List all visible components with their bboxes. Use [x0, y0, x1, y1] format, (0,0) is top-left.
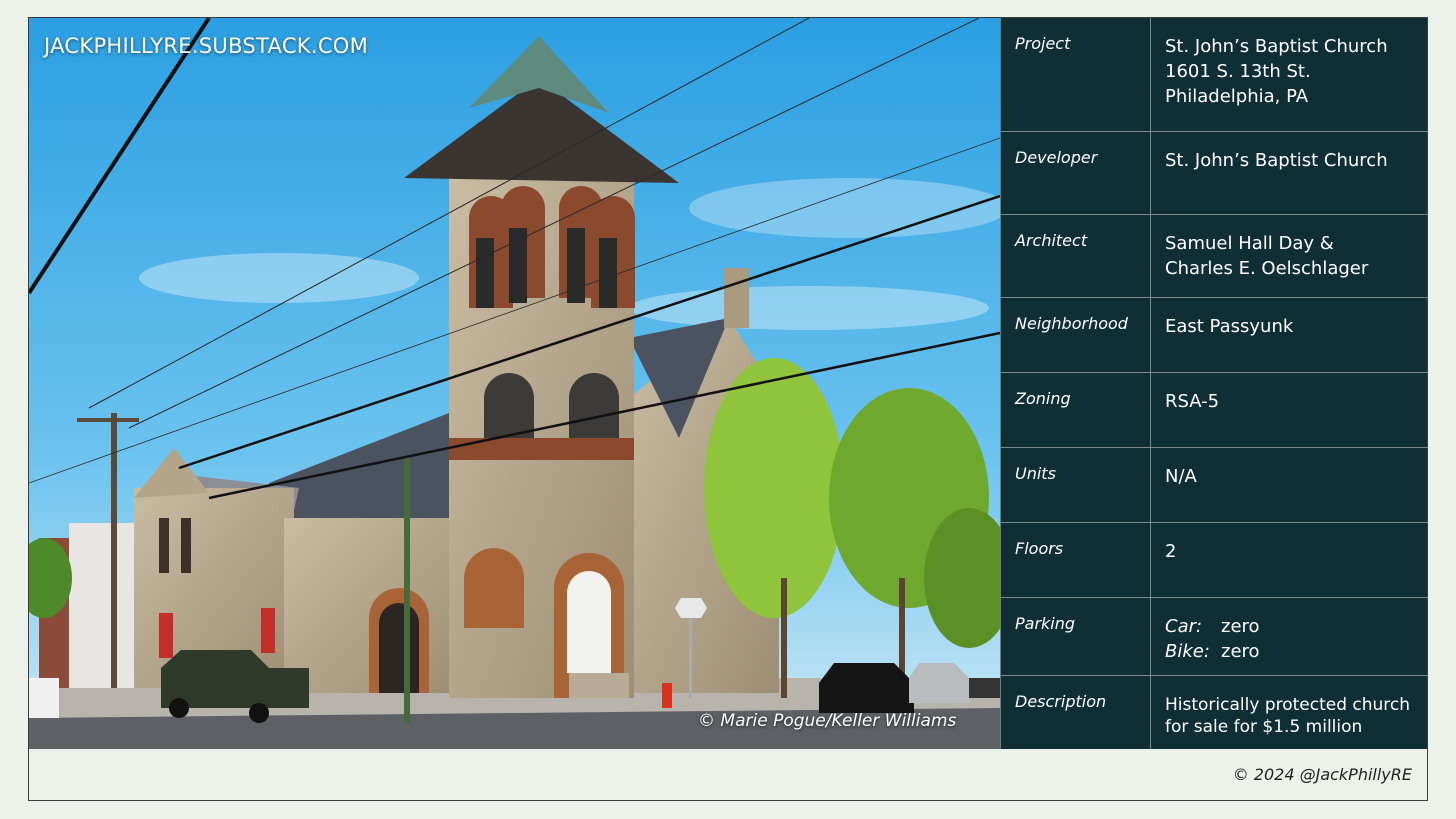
row-label: Floors [1015, 539, 1064, 558]
developer-name: St. John’s Baptist Church [1165, 150, 1388, 171]
row-value: 2 [1165, 539, 1423, 564]
row-parking: Parking Car: zero Bike: zero [1001, 598, 1428, 676]
bike-value: zero [1221, 641, 1260, 662]
zoning-value: RSA-5 [1165, 391, 1220, 412]
row-label: Developer [1015, 148, 1098, 167]
row-floors: Floors 2 [1001, 523, 1428, 598]
row-value: N/A [1165, 464, 1423, 489]
project-details-table: Project St. John’s Baptist Church 1601 S… [1000, 18, 1428, 749]
row-value: Historically protected church for sale f… [1165, 694, 1423, 738]
photo-credit: © Marie Pogue/Keller Williams [698, 711, 957, 731]
floors-value: 2 [1165, 541, 1177, 562]
church-photo: JACKPHILLYRE.SUBSTACK.COM © Marie Pogue/… [29, 18, 1000, 749]
row-value: St. John’s Baptist Church [1165, 148, 1423, 173]
row-units: Units N/A [1001, 448, 1428, 523]
neighborhood-value: East Passyunk [1165, 316, 1294, 337]
row-value: Samuel Hall Day & Charles E. Oelschlager [1165, 231, 1423, 281]
description-line: for sale for $1.5 million [1165, 717, 1363, 737]
row-value: RSA-5 [1165, 389, 1423, 414]
row-developer: Developer St. John’s Baptist Church [1001, 132, 1428, 215]
car-value: zero [1221, 616, 1260, 637]
row-zoning: Zoning RSA-5 [1001, 373, 1428, 448]
bike-label: Bike: [1165, 641, 1210, 662]
car-label: Car: [1165, 616, 1203, 637]
site-watermark: JACKPHILLYRE.SUBSTACK.COM [44, 34, 369, 58]
parking-bike: Bike: zero [1165, 639, 1423, 664]
row-label: Zoning [1015, 389, 1071, 408]
row-label: Parking [1015, 614, 1076, 633]
row-project: Project St. John’s Baptist Church 1601 S… [1001, 18, 1428, 132]
row-description: Description Historically protected churc… [1001, 676, 1428, 749]
description-line: Historically protected church [1165, 695, 1411, 715]
parking-car: Car: zero [1165, 614, 1423, 639]
row-value: East Passyunk [1165, 314, 1423, 339]
project-name: St. John’s Baptist Church [1165, 36, 1388, 57]
row-label: Units [1015, 464, 1056, 483]
copyright-notice: © 2024 @JackPhillyRE [1232, 765, 1412, 784]
units-value: N/A [1165, 466, 1197, 487]
row-label: Description [1015, 692, 1107, 711]
row-label: Neighborhood [1015, 314, 1128, 333]
row-label: Architect [1015, 231, 1088, 250]
project-address: 1601 S. 13th St. [1165, 61, 1311, 82]
project-city: Philadelphia, PA [1165, 86, 1309, 107]
architect-line: Samuel Hall Day & [1165, 233, 1334, 254]
row-label: Project [1015, 34, 1071, 53]
architect-line: Charles E. Oelschlager [1165, 258, 1369, 279]
row-value: Car: zero Bike: zero [1165, 614, 1423, 664]
row-value: St. John’s Baptist Church 1601 S. 13th S… [1165, 34, 1423, 109]
row-architect: Architect Samuel Hall Day & Charles E. O… [1001, 215, 1428, 298]
row-neighborhood: Neighborhood East Passyunk [1001, 298, 1428, 373]
